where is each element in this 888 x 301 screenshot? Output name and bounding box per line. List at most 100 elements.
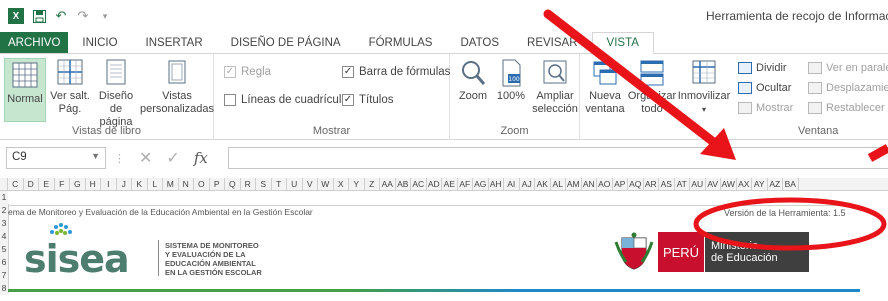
- column-header[interactable]: AT: [675, 178, 690, 190]
- lineas-de-cuadricula-checkbox[interactable]: Líneas de cuadrícula: [224, 94, 348, 106]
- column-header[interactable]: AA: [380, 178, 396, 190]
- hide-button[interactable]: Ocultar: [738, 82, 791, 94]
- column-header[interactable]: AG: [473, 178, 489, 190]
- save-icon[interactable]: [32, 9, 46, 23]
- insert-function-icon[interactable]: fx: [194, 149, 208, 167]
- row-header[interactable]: 8: [0, 282, 8, 295]
- column-header[interactable]: F: [55, 178, 70, 190]
- column-header[interactable]: AM: [566, 178, 582, 190]
- unhide-button[interactable]: Mostrar: [738, 102, 793, 114]
- redo-icon[interactable]: ↷: [76, 8, 90, 23]
- row-header[interactable]: 1: [0, 191, 8, 204]
- column-header[interactable]: N: [179, 178, 194, 190]
- column-header[interactable]: X: [334, 178, 349, 190]
- customize-qat-icon[interactable]: ▾: [98, 9, 112, 23]
- zoom-100-button[interactable]: 100 100%: [494, 58, 528, 103]
- column-header[interactable]: D: [24, 178, 39, 190]
- column-header[interactable]: AF: [458, 178, 473, 190]
- column-header[interactable]: Q: [225, 178, 241, 190]
- excel-icon[interactable]: X: [8, 8, 24, 24]
- name-box[interactable]: C9 ▼: [6, 147, 106, 169]
- column-header[interactable]: AU: [690, 178, 706, 190]
- tab-revisar[interactable]: REVISAR: [513, 32, 592, 53]
- tab-insertar[interactable]: INSERTAR: [132, 32, 217, 53]
- tab-diseno-de-pagina[interactable]: DISEÑO DE PÁGINA: [217, 32, 355, 53]
- column-header[interactable]: AR: [644, 178, 659, 190]
- column-header[interactable]: O: [194, 178, 210, 190]
- reset-window-position-button[interactable]: Restablecer p: [808, 102, 888, 114]
- normal-view-button[interactable]: Normal: [4, 58, 46, 122]
- column-header[interactable]: AX: [737, 178, 752, 190]
- custom-views-button[interactable]: Vistas personalizadas: [140, 58, 214, 116]
- row-header[interactable]: 2: [0, 204, 8, 217]
- column-header[interactable]: Z: [365, 178, 380, 190]
- column-header[interactable]: AI: [504, 178, 520, 190]
- cancel-icon[interactable]: ✕: [139, 148, 152, 168]
- row-header[interactable]: 3: [0, 217, 8, 230]
- column-header[interactable]: AN: [582, 178, 597, 190]
- column-header[interactable]: G: [70, 178, 86, 190]
- row-header[interactable]: 4: [0, 230, 8, 243]
- column-header[interactable]: U: [287, 178, 303, 190]
- column-header[interactable]: BA: [783, 178, 799, 190]
- column-header[interactable]: E: [39, 178, 55, 190]
- view-side-by-side-button[interactable]: Ver en paralelo: [808, 62, 888, 74]
- titulos-checkbox[interactable]: ✓ Títulos: [342, 94, 394, 106]
- formula-input[interactable]: [228, 147, 888, 169]
- column-header[interactable]: S: [256, 178, 272, 190]
- peru-coat-of-arms-icon: [614, 232, 654, 270]
- column-header[interactable]: T: [272, 178, 287, 190]
- row-header[interactable]: 5: [0, 243, 8, 256]
- column-header[interactable]: R: [241, 178, 256, 190]
- column-header[interactable]: AS: [659, 178, 675, 190]
- column-header[interactable]: AH: [489, 178, 504, 190]
- zoom-to-selection-button[interactable]: Ampliar selección: [532, 58, 578, 116]
- column-header[interactable]: AC: [411, 178, 427, 190]
- freeze-panes-button[interactable]: Inmovilizar ▾: [678, 58, 730, 116]
- column-header[interactable]: AQ: [628, 178, 644, 190]
- column-header[interactable]: Y: [349, 178, 365, 190]
- synchronous-scrolling-button[interactable]: Desplazamien: [808, 82, 888, 94]
- page-layout-button[interactable]: Diseño de página: [92, 58, 140, 129]
- column-header[interactable]: AK: [535, 178, 551, 190]
- column-header[interactable]: AV: [706, 178, 721, 190]
- tab-inicio[interactable]: INICIO: [68, 32, 131, 53]
- select-all-corner[interactable]: [0, 178, 8, 190]
- barra-de-formulas-checkbox[interactable]: ✓ Barra de fórmulas: [342, 66, 450, 78]
- undo-icon[interactable]: ↶: [54, 8, 68, 23]
- enter-icon[interactable]: ✓: [166, 148, 179, 168]
- column-header[interactable]: M: [163, 178, 179, 190]
- row-header[interactable]: 7: [0, 269, 8, 282]
- regla-checkbox[interactable]: ✓ Regla: [224, 66, 271, 78]
- new-window-button[interactable]: Nueva ventana: [584, 58, 626, 116]
- column-header[interactable]: L: [148, 178, 163, 190]
- page-break-preview-button[interactable]: Ver salt. Pág.: [50, 58, 90, 116]
- arrange-all-button[interactable]: Organizar todo: [628, 58, 676, 116]
- column-header[interactable]: C: [8, 178, 24, 190]
- column-header[interactable]: K: [132, 178, 148, 190]
- column-header[interactable]: P: [210, 178, 225, 190]
- column-header[interactable]: I: [101, 178, 117, 190]
- column-header[interactable]: AO: [597, 178, 613, 190]
- column-header[interactable]: V: [303, 178, 318, 190]
- column-header[interactable]: AY: [752, 178, 768, 190]
- column-header[interactable]: AE: [442, 178, 458, 190]
- zoom-button[interactable]: Zoom: [456, 58, 490, 103]
- chevron-down-icon[interactable]: ▼: [91, 151, 100, 161]
- column-header[interactable]: AB: [396, 178, 411, 190]
- column-header[interactable]: H: [86, 178, 101, 190]
- row-header[interactable]: 6: [0, 256, 8, 269]
- tab-datos[interactable]: DATOS: [446, 32, 513, 53]
- column-header[interactable]: W: [318, 178, 334, 190]
- column-header[interactable]: AL: [551, 178, 566, 190]
- column-header[interactable]: J: [117, 178, 132, 190]
- column-header[interactable]: AJ: [520, 178, 535, 190]
- column-header[interactable]: AD: [427, 178, 442, 190]
- tab-vista[interactable]: VISTA: [591, 32, 654, 54]
- tab-archivo[interactable]: ARCHIVO: [0, 32, 69, 53]
- column-header[interactable]: AP: [613, 178, 628, 190]
- column-header[interactable]: AZ: [768, 178, 783, 190]
- tab-formulas[interactable]: FÓRMULAS: [355, 32, 447, 53]
- column-header[interactable]: AW: [721, 178, 737, 190]
- split-button[interactable]: Dividir: [738, 62, 787, 74]
